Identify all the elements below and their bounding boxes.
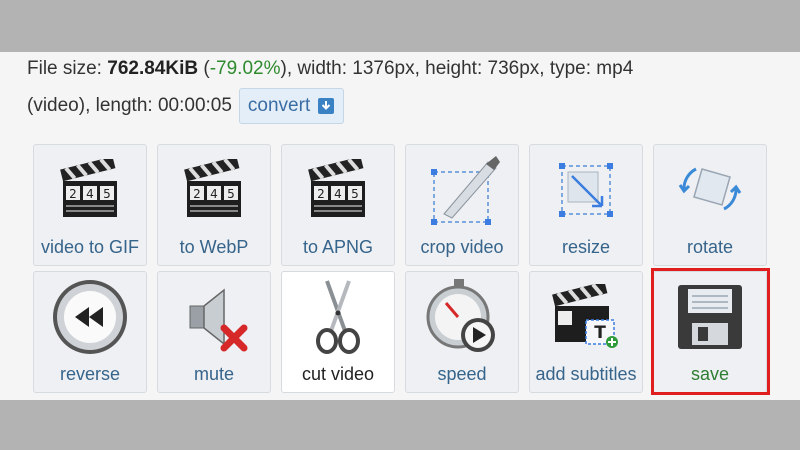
scissors-icon <box>282 272 394 362</box>
tool-resize[interactable]: resize <box>529 144 643 266</box>
tool-cut-video[interactable]: cut video <box>281 271 395 393</box>
clapperboard-subtitle-icon: T <box>530 272 642 362</box>
file-size-value: 762.84KiB <box>107 58 199 79</box>
floppy-disk-icon <box>654 272 766 362</box>
tool-label: cut video <box>301 364 375 384</box>
tool-label: mute <box>193 364 235 384</box>
paren-open: ( <box>198 58 210 79</box>
tool-label: speed <box>437 364 487 384</box>
tool-reverse[interactable]: reverse <box>33 271 147 393</box>
tool-mute[interactable]: mute <box>157 271 271 393</box>
clapper-digit: 5 <box>103 187 111 201</box>
speaker-mute-icon <box>158 272 270 362</box>
clapper-digit: 5 <box>227 187 235 201</box>
resize-icon <box>530 145 642 235</box>
tool-crop-video[interactable]: crop video <box>405 144 519 266</box>
subtitle-glyph: T <box>594 323 606 343</box>
tool-label: reverse <box>59 364 121 384</box>
clapper-digit: 2 <box>317 187 325 201</box>
tool-add-subtitles[interactable]: T add subtitles <box>529 271 643 393</box>
clapper-digit: 4 <box>210 187 218 201</box>
clapper-digit: 2 <box>69 187 77 201</box>
tool-label: to WebP <box>179 237 249 257</box>
clapperboard-icon: 2 4 5 <box>34 145 146 235</box>
size-change-percent: -79.02% <box>209 58 281 79</box>
tool-label: crop video <box>420 237 504 257</box>
rewind-icon <box>34 272 146 362</box>
tool-label: rotate <box>686 237 734 257</box>
tool-label: to APNG <box>302 237 374 257</box>
file-info-line2: (video), length: 00:00:05 convert <box>27 88 787 124</box>
clapper-digit: 4 <box>334 187 342 201</box>
tool-speed[interactable]: speed <box>405 271 519 393</box>
file-length: (video), length: 00:00:05 <box>27 95 232 116</box>
clapperboard-icon: 2 4 5 <box>282 145 394 235</box>
file-size-label: File size: <box>27 58 108 79</box>
convert-button[interactable]: convert <box>238 88 345 124</box>
file-dimensions: , width: 1376px, height: 736px, type: mp… <box>286 58 634 79</box>
tool-rotate[interactable]: rotate <box>653 144 767 266</box>
clapper-digit: 4 <box>86 187 94 201</box>
convert-label: convert <box>247 95 311 116</box>
tool-video-to-gif[interactable]: 2 4 5 video to GIF <box>33 144 147 266</box>
file-info-line1: File size: 762.84KiB (-79.02%), width: 1… <box>27 55 787 83</box>
crop-knife-icon <box>406 145 518 235</box>
download-arrow-icon <box>318 98 335 114</box>
clapper-digit: 5 <box>351 187 359 201</box>
tool-save[interactable]: save <box>653 271 767 393</box>
tool-to-webp[interactable]: 2 4 5 to WebP <box>157 144 271 266</box>
clapperboard-icon: 2 4 5 <box>158 145 270 235</box>
tool-to-apng[interactable]: 2 4 5 to APNG <box>281 144 395 266</box>
tool-label: video to GIF <box>40 237 140 257</box>
tool-label: resize <box>561 237 610 257</box>
rotate-icon <box>654 145 766 235</box>
file-info: File size: 762.84KiB (-79.02%), width: 1… <box>27 55 787 124</box>
stopwatch-icon <box>406 272 518 362</box>
tool-label: save <box>690 364 730 384</box>
clapper-digit: 2 <box>193 187 201 201</box>
tool-label: add subtitles <box>535 364 637 384</box>
